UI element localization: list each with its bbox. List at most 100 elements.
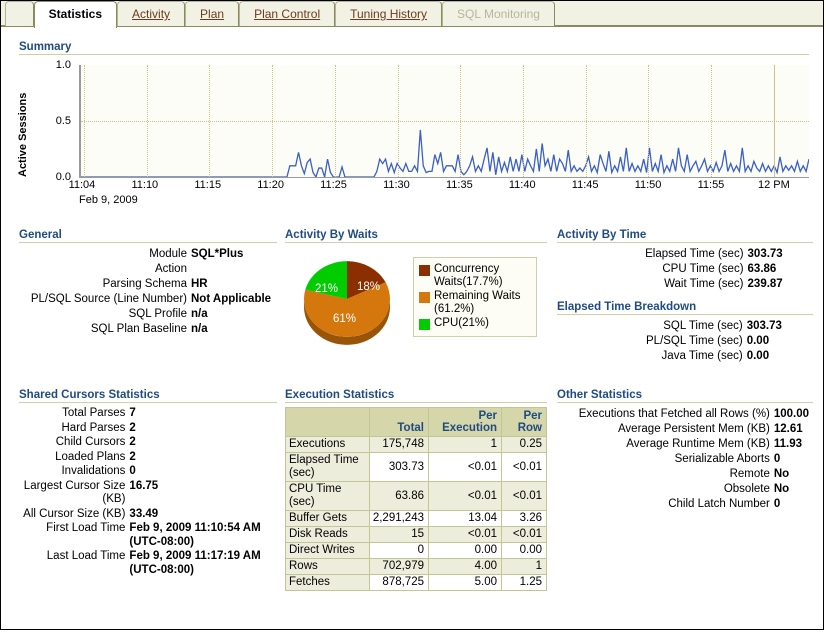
x-tick-label: 11:04 (69, 179, 96, 191)
table-row: Buffer Gets2,291,24313.043.26 (286, 511, 547, 527)
tab-plan-control[interactable]: Plan Control (239, 1, 335, 26)
shared-cursors-row: Loaded Plans2 (19, 451, 277, 466)
execution-statistics-table: TotalPer ExecutionPer Row Executions175,… (285, 407, 547, 591)
tab-link[interactable]: Tuning History (350, 7, 427, 21)
elapsed-time-breakdown-heading: Elapsed Time Breakdown (557, 301, 813, 315)
x-tick-label: 11:20 (257, 179, 284, 191)
activity-by-waits-heading: Activity By Waits (285, 229, 547, 243)
elapsed-time-breakdown-row: Java Time (sec)0.00 (557, 349, 813, 364)
shared-cursors-value: Feb 9, 2009 11:17:19 AM (UTC-08:00) (129, 550, 277, 578)
cell-per-execution: <0.01 (429, 453, 502, 482)
cell-total: 878,725 (369, 575, 428, 591)
cell-per-execution: 13.04 (429, 511, 502, 527)
shared-cursors-value: 16.75 (129, 480, 277, 508)
active-sessions-chart: Active Sessions 0.00.51.0 11:0411:1011:1… (19, 60, 809, 215)
shared-cursors-value: 33.49 (129, 508, 277, 523)
pie-slice-label: 18% (357, 281, 380, 293)
activity-by-time-section: Activity By Time Elapsed Time (sec)303.7… (557, 229, 813, 364)
activity-by-time-list: Elapsed Time (sec)303.73CPU Time (sec)63… (557, 247, 813, 292)
elapsed-time-breakdown-label: SQL Time (sec) (557, 319, 747, 334)
cell-total: 2,291,243 (369, 511, 428, 527)
execution-statistics-section: Execution Statistics TotalPer ExecutionP… (285, 389, 547, 591)
other-statistics-row: Serializable Aborts0 (557, 452, 813, 467)
elapsed-time-breakdown-value: 0.00 (747, 334, 813, 349)
activity-by-time-label: Wait Time (sec) (557, 277, 748, 292)
elapsed-time-breakdown-row: SQL Time (sec)303.73 (557, 319, 813, 334)
legend-label: Remaining Waits (61.2%) (434, 290, 532, 316)
other-statistics-value: 0 (774, 497, 813, 512)
shared-cursors-section: Shared Cursors Statistics Total Parses7H… (19, 389, 277, 578)
column-header: Per Row (502, 408, 547, 437)
cell-total: 175,748 (369, 437, 428, 453)
table-row: Disk Reads15<0.01<0.01 (286, 527, 547, 543)
shared-cursors-row: Child Cursors2 (19, 436, 277, 451)
activity-by-time-label: CPU Time (sec) (557, 262, 748, 277)
general-section: General ModuleSQL*PlusActionParsing Sche… (19, 229, 277, 337)
cell-total: 702,979 (369, 559, 428, 575)
y-tick-label: 0.0 (37, 171, 71, 183)
chart-x-axis-date: Feb 9, 2009 (79, 194, 138, 206)
table-row: Direct Writes00.000.00 (286, 543, 547, 559)
shared-cursors-row: Last Load TimeFeb 9, 2009 11:17:19 AM (U… (19, 550, 277, 578)
activity-by-waits-chart: Concurrency Waits(17.7%)Remaining Waits … (285, 251, 547, 361)
x-tick-label: 12 PM (758, 179, 790, 191)
cell-per-row: 1 (502, 559, 547, 575)
cell-per-row: <0.01 (502, 453, 547, 482)
legend-item: Remaining Waits (61.2%) (419, 290, 532, 316)
other-statistics-label: Child Latch Number (557, 497, 774, 512)
tab-tuning-history[interactable]: Tuning History (335, 1, 442, 26)
tab-activity[interactable]: Activity (117, 1, 185, 26)
pie-chart (299, 255, 395, 351)
tab-plan[interactable]: Plan (185, 1, 239, 26)
shared-cursors-value: 2 (129, 436, 277, 451)
general-label: Action (19, 262, 191, 277)
general-label: SQL Plan Baseline (19, 322, 191, 337)
shared-cursors-value: 2 (129, 422, 277, 437)
y-tick-label: 1.0 (37, 59, 71, 71)
pie-slice-label: 21% (315, 283, 338, 295)
row-label: CPU Time (sec) (286, 482, 370, 511)
other-statistics-row: Average Runtime Mem (KB)11.93 (557, 437, 813, 452)
other-statistics-row: Child Latch Number0 (557, 497, 813, 512)
shared-cursors-list: Total Parses7Hard Parses2Child Cursors2L… (19, 407, 277, 578)
shared-cursors-label: Loaded Plans (19, 451, 129, 466)
shared-cursors-row: All Cursor Size (KB)33.49 (19, 508, 277, 523)
general-row: SQL Profilen/a (19, 307, 277, 322)
tab-link[interactable]: Activity (132, 7, 170, 21)
other-statistics-label: Average Persistent Mem (KB) (557, 422, 774, 437)
table-row: Elapsed Time (sec)303.73<0.01<0.01 (286, 453, 547, 482)
cell-per-execution: 4.00 (429, 559, 502, 575)
tab-link[interactable]: Plan Control (254, 7, 320, 21)
chart-x-axis-ticks: 11:0411:1011:1511:2011:2511:3011:3511:40… (79, 179, 809, 193)
cell-per-execution: <0.01 (429, 527, 502, 543)
column-header: Per Execution (429, 408, 502, 437)
summary-section: Summary Active Sessions 0.00.51.0 11:041… (19, 41, 809, 215)
general-label: Parsing Schema (19, 277, 191, 292)
general-value: n/a (191, 307, 277, 322)
general-value: Not Applicable (191, 292, 277, 307)
shared-cursors-value: Feb 9, 2009 11:10:54 AM (UTC-08:00) (129, 522, 277, 550)
cell-total: 63.86 (369, 482, 428, 511)
pie-slice-label: 61% (333, 313, 356, 325)
other-statistics-row: Executions that Fetched all Rows (%)100.… (557, 407, 813, 422)
table-row: CPU Time (sec)63.86<0.01<0.01 (286, 482, 547, 511)
x-tick-label: 11:10 (131, 179, 158, 191)
activity-by-time-row: Wait Time (sec)239.87 (557, 277, 813, 292)
shared-cursors-value: 0 (129, 465, 277, 480)
elapsed-time-breakdown-label: PL/SQL Time (sec) (557, 334, 747, 349)
tab-link[interactable]: Plan (200, 7, 224, 21)
grid-line-horizontal (81, 121, 809, 122)
tab-label: Statistics (49, 7, 102, 21)
shared-cursors-label: First Load Time (19, 522, 129, 550)
other-statistics-heading: Other Statistics (557, 389, 813, 403)
general-row: Action (19, 262, 277, 277)
column-header (286, 408, 370, 437)
other-statistics-label: Serializable Aborts (557, 452, 774, 467)
other-statistics-row: Average Persistent Mem (KB)12.61 (557, 422, 813, 437)
general-value: n/a (191, 322, 277, 337)
tab-statistics[interactable]: Statistics (34, 1, 117, 28)
row-label: Rows (286, 559, 370, 575)
cell-per-execution: 5.00 (429, 575, 502, 591)
general-row: PL/SQL Source (Line Number)Not Applicabl… (19, 292, 277, 307)
row-label: Elapsed Time (sec) (286, 453, 370, 482)
